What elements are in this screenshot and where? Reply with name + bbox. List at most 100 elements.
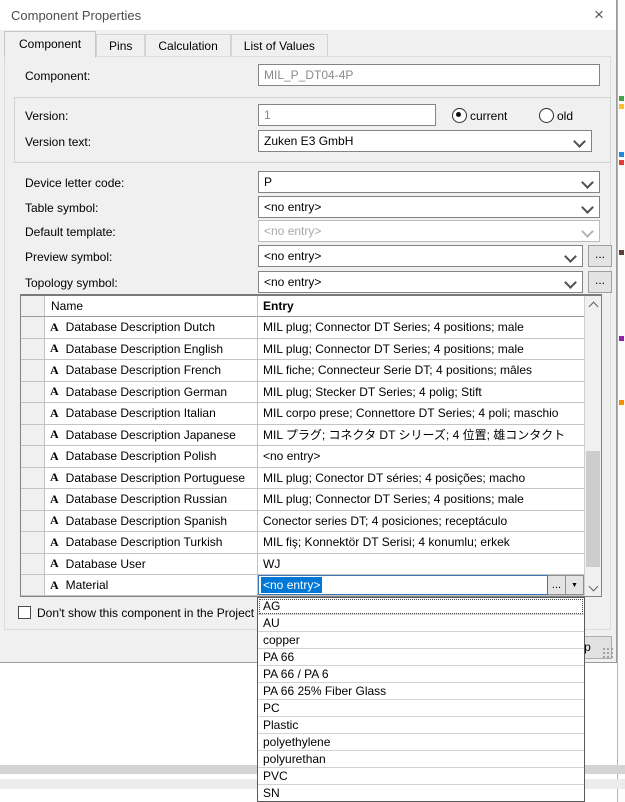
preview-symbol-label: Preview symbol: [25,250,113,264]
version-text-label: Version text: [25,135,92,149]
attribute-name-cell[interactable]: A Database Description Polish [45,446,258,468]
table-row[interactable]: A Database User WJ [21,553,584,575]
version-text-combobox[interactable]: Zuken E3 GmbH [258,130,592,152]
row-selector[interactable] [21,338,45,360]
table-row[interactable]: A Database Description French MIL fiche; C… [21,360,584,382]
table-row[interactable]: A Database Description Japanese MIL プラグ; コ… [21,424,584,446]
dropdown-option[interactable]: PA 66 / PA 6 [258,666,584,683]
topology-symbol-combobox[interactable]: <no entry> [258,271,583,293]
attribute-entry-cell[interactable]: MIL fiş; Konnektör DT Serisi; 4 konumlu;… [258,532,584,554]
attribute-name-cell[interactable]: A Database Description Russian [45,489,258,511]
attribute-entry-cell[interactable]: WJ [258,554,584,575]
row-selector[interactable] [21,575,45,596]
scrollbar-thumb[interactable] [586,451,600,567]
attribute-name-cell[interactable]: A Database Description Japanese [45,424,258,446]
table-symbol-combobox[interactable]: <no entry> [258,196,600,218]
scrollbar-up-button[interactable] [585,296,601,313]
dropdown-option[interactable]: Plastic [258,717,584,734]
table-row[interactable]: A Database Description Turkish MIL fiş; Ko… [21,532,584,554]
radio-old[interactable] [539,108,554,123]
attribute-entry-cell[interactable]: Conector series DT; 4 posiciones; recept… [258,511,584,532]
resize-grip[interactable] [601,646,614,659]
component-field[interactable]: MIL_P_DT04-4P [258,64,600,86]
device-letter-code-combobox[interactable]: P [258,171,600,193]
preview-symbol-combobox[interactable]: <no entry> [258,245,583,267]
tab-pins[interactable]: Pins [96,34,146,57]
attribute-entry-cell[interactable]: MIL fiche; Connecteur Serie DT; 4 positi… [258,360,584,382]
table-row[interactable]: A Database Description Spanish Conector se… [21,510,584,532]
attribute-entry-cell[interactable]: MIL plug; Conector DT séries; 4 posições… [258,468,584,489]
material-dropdown-button[interactable]: ▼ [566,575,584,595]
attribute-entry-cell[interactable]: <no entry> [258,446,584,468]
dropdown-option[interactable]: PVC [258,768,584,785]
dropdown-option[interactable]: polyethylene [258,734,584,751]
attribute-entry-cell[interactable]: MIL plug; Stecker DT Series; 4 polig; St… [258,382,584,403]
table-row[interactable]: A Database Description Portuguese MIL plug… [21,467,584,489]
table-row[interactable]: A Database Description Dutch MIL plug; Con… [21,317,584,339]
row-selector[interactable] [21,403,45,425]
text-attribute-icon: A [50,491,59,506]
table-row[interactable]: A Database Description Polish <no entry> [21,446,584,468]
table-row-material[interactable]: A Material <no entry> ... ▼ [21,575,584,596]
tab-list-of-values[interactable]: List of Values [230,34,328,57]
row-selector[interactable] [21,360,45,382]
row-selector[interactable] [21,489,45,511]
attribute-name-cell[interactable]: A Database Description English [45,338,258,360]
row-selector[interactable] [21,553,45,575]
row-selector[interactable] [21,381,45,403]
background-icon-fragment [619,96,624,101]
row-selector[interactable] [21,532,45,554]
tab-component[interactable]: Component [4,31,97,58]
material-browse-button[interactable]: ... [548,575,566,595]
attribute-name-cell[interactable]: A Database Description French [45,360,258,382]
version-field[interactable]: 1 [258,104,436,126]
table-scrollbar[interactable] [584,296,601,596]
attribute-name-cell[interactable]: A Database User [45,553,258,575]
row-selector[interactable] [21,467,45,489]
scrollbar-down-button[interactable] [585,579,601,596]
topology-symbol-browse-button[interactable]: ... [588,271,612,293]
table-row[interactable]: A Database Description Russian MIL plug; C… [21,489,584,511]
material-edit-field[interactable]: <no entry> [258,575,548,595]
table-row[interactable]: A Database Description German MIL plug; St… [21,381,584,403]
dropdown-option[interactable]: copper [258,632,584,649]
table-row[interactable]: A Database Description English MIL plug; C… [21,338,584,360]
dropdown-option[interactable]: SN [258,785,584,801]
row-selector[interactable] [21,317,45,339]
attribute-name-cell[interactable]: A Database Description Portuguese [45,467,258,489]
attribute-name-cell[interactable]: A Material [45,575,258,596]
row-selector[interactable] [21,510,45,532]
dropdown-option[interactable]: AU [258,615,584,632]
radio-current[interactable] [452,108,467,123]
dropdown-option[interactable]: PC [258,700,584,717]
dropdown-option[interactable]: polyurethan [258,751,584,768]
attribute-name-cell[interactable]: A Database Description Italian [45,403,258,425]
attribute-entry-cell[interactable]: MIL plug; Connector DT Series; 4 positio… [258,317,584,339]
row-selector[interactable] [21,446,45,468]
attribute-name-cell[interactable]: A Database Description Spanish [45,510,258,532]
header-name-cell[interactable]: Name [45,296,258,317]
default-template-label: Default template: [25,225,116,239]
dropdown-option[interactable]: PA 66 25% Fiber Glass [258,683,584,700]
attribute-entry-cell[interactable]: MIL プラグ; コネクタ DT シリーズ; 4 位置; 雄コンタクト [258,425,584,446]
row-selector[interactable] [21,424,45,446]
background-icon-fragment [619,400,624,405]
close-icon[interactable]: × [588,4,610,26]
attribute-name-text: Database Description German [65,384,228,399]
dropdown-option[interactable]: PA 66 [258,649,584,666]
attribute-name-cell[interactable]: A Database Description Turkish [45,532,258,554]
text-attribute-icon: A [50,470,59,485]
attribute-name-cell[interactable]: A Database Description Dutch [45,317,258,339]
header-entry-cell[interactable]: Entry [258,296,584,317]
tab-calculation[interactable]: Calculation [145,34,231,57]
attribute-name-text: Database User [65,556,146,571]
table-row[interactable]: A Database Description Italian MIL corpo p… [21,403,584,425]
attribute-entry-cell[interactable]: MIL corpo prese; Connettore DT Series; 4… [258,403,584,425]
attribute-entry-cell[interactable]: MIL plug; Connector DT Series; 4 positio… [258,339,584,360]
dropdown-option[interactable]: AG [258,598,584,615]
dont-show-checkbox[interactable] [18,606,31,619]
preview-symbol-browse-button[interactable]: ... [588,245,612,267]
attribute-name-text: Database Description English [65,341,224,356]
attribute-name-cell[interactable]: A Database Description German [45,381,258,403]
attribute-entry-cell[interactable]: MIL plug; Connector DT Series; 4 positio… [258,489,584,511]
